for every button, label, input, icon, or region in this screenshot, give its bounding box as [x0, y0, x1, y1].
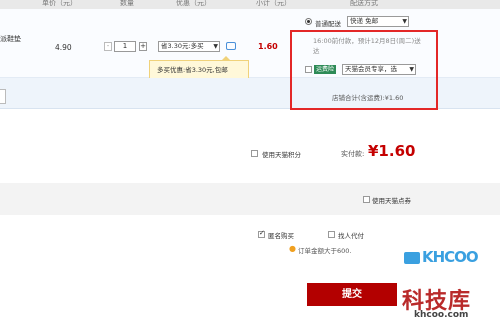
book-icon	[404, 252, 420, 264]
message-box-edge[interactable]	[0, 89, 6, 104]
quantity-plus-button[interactable]: +	[139, 42, 147, 51]
header-discount: 优惠（元）	[176, 0, 211, 7]
header-shipping: 配送方式	[350, 0, 378, 7]
tmall-coupon-label: 使用天猫点券	[372, 197, 411, 205]
anonymous-purchase-checkbox[interactable]	[258, 229, 265, 238]
annotation-highlight-box	[290, 30, 438, 110]
header-price: 单价（元）	[42, 0, 77, 7]
proxy-pay-label: 找人代付	[338, 232, 364, 240]
discount-select[interactable]: 省3.30元:多买 ▼	[158, 41, 220, 52]
tmall-coupon-checkbox[interactable]	[363, 196, 370, 203]
shipping-method-select[interactable]: 快递 免邮 ▼	[347, 16, 409, 27]
tmall-points-label: 使用天猫积分	[262, 151, 301, 159]
location-pin-icon: ●	[289, 244, 296, 253]
shipping-method-label: 普通配送	[315, 20, 341, 28]
coupon-band	[0, 183, 500, 215]
anonymous-purchase-label: 匿名购买	[268, 232, 294, 240]
watermark-logo: KHCOO	[422, 248, 479, 266]
order-amount-notice: 订单金额大于600.	[298, 247, 352, 255]
paid-amount: ¥1.60	[368, 142, 416, 160]
item-name[interactable]: 派鞋垫	[0, 34, 21, 44]
quantity-minus-button[interactable]: -	[104, 42, 112, 51]
proxy-pay-checkbox[interactable]	[328, 231, 335, 238]
watermark: KHCOO 科技库 khcoo.com	[400, 240, 500, 323]
paid-label: 实付款:	[341, 150, 365, 158]
shipping-radio[interactable]	[305, 18, 312, 25]
item-subtotal: 1.60	[258, 42, 278, 51]
watermark-url: khcoo.com	[414, 310, 469, 320]
quantity-input[interactable]: 1	[114, 41, 136, 52]
chat-bubble-icon[interactable]	[226, 42, 236, 50]
submit-order-button[interactable]: 提交	[307, 283, 397, 306]
header-subtotal: 小计（元）	[256, 0, 291, 7]
header-quantity: 数量	[120, 0, 134, 7]
chevron-down-icon: ▼	[213, 43, 218, 50]
tmall-points-checkbox[interactable]	[251, 150, 258, 157]
unit-price: 4.90	[55, 43, 72, 52]
discount-tooltip: 多买优惠:省3.30元,包邮	[149, 56, 249, 80]
chevron-down-icon: ▼	[402, 18, 407, 25]
